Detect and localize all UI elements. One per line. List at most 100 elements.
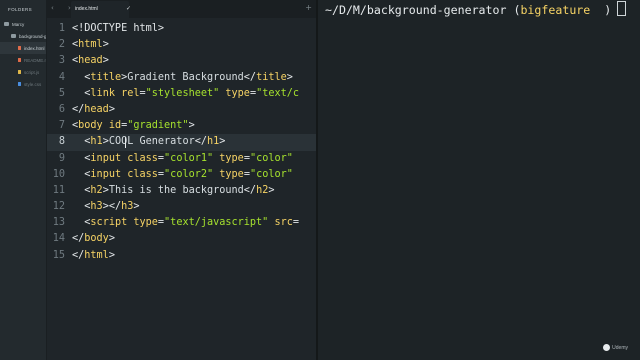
code-token: "color" (249, 168, 293, 180)
file-icon (18, 70, 21, 74)
line-number: 15 (52, 249, 65, 261)
line-number: 6 (58, 103, 65, 115)
code-token: This is the background (108, 184, 244, 196)
code-line[interactable]: 7 <body id="gradient"> (47, 118, 316, 134)
code-text: <head> (72, 53, 109, 69)
code-token: "text/javascript" (164, 217, 269, 229)
line-number: 10 (52, 168, 65, 180)
code-token: > (102, 55, 109, 67)
folder-icon (4, 22, 9, 26)
code-token: "color2" (164, 168, 214, 180)
code-line[interactable]: 6 </head> (47, 102, 316, 118)
code-token: > (102, 39, 109, 51)
code-line[interactable]: 13 <script type="text/javascript" src= (47, 215, 316, 231)
sidebar-folder[interactable]: Marcy (0, 18, 46, 30)
file-tree: Marcy background-generator index.html READM… (0, 18, 46, 90)
code-token: "color1" (164, 152, 214, 164)
line-number: 2 (58, 39, 65, 51)
code-token: </ (243, 71, 257, 83)
sidebar-file[interactable]: README.md (0, 54, 46, 66)
code-text: </body> (72, 231, 115, 247)
code-line[interactable]: 9 <input class="color1" type="color" (47, 151, 316, 167)
code-token: body (78, 120, 109, 132)
line-number: 4 (58, 71, 65, 83)
sidebar-file[interactable]: style.css (0, 78, 46, 90)
code-token: h2 (90, 184, 103, 196)
terminal[interactable]: ~/D/M/background-generator (bigfeature )… (318, 0, 640, 360)
code-line[interactable]: 5 <link rel="stylesheet" type="text/c (47, 86, 316, 102)
sidebar-file[interactable]: script.js (0, 66, 46, 78)
file-icon (18, 46, 21, 50)
terminal-branch: bigfeature (520, 3, 591, 17)
code-line[interactable]: 11 <h2>This is the background</h2> (47, 183, 316, 199)
code-token: src (274, 217, 293, 229)
code-token: </ (72, 249, 85, 261)
code-token: h2 (256, 184, 269, 196)
add-tab-icon[interactable]: + (305, 3, 312, 12)
line-number: 1 (58, 23, 65, 34)
code-line[interactable]: 8 <h1>COOL Generator</h1> (47, 134, 316, 151)
watermark-label: Udemy (612, 344, 628, 351)
sidebar-file[interactable]: index.html (0, 42, 46, 54)
line-number: 7 (58, 120, 65, 132)
code-token: body (84, 233, 109, 245)
code-text: </html> (72, 248, 115, 264)
terminal-branch-open: ( (506, 3, 521, 17)
code-text: <input class="color2" type="color" (72, 167, 293, 183)
code-token: input (90, 152, 128, 164)
sidebar: FOLDERS Marcy background-generator index.h… (0, 0, 47, 360)
code-text: <title>Gradient Background</title> (72, 70, 293, 86)
code-line[interactable]: 3 <head> (47, 53, 316, 69)
code-token: h3 (90, 201, 103, 213)
tab-bar: ‹ › index.html ✓ + (47, 0, 316, 18)
code-token: title (90, 71, 122, 83)
line-number: 14 (52, 233, 65, 245)
code-token: class (127, 168, 158, 180)
code-token: head (84, 103, 109, 115)
code-token: > (286, 71, 293, 83)
line-number: 12 (52, 201, 65, 213)
code-token: > (219, 136, 226, 148)
sidebar-item-label: Marcy (12, 21, 25, 27)
tab-index-html[interactable]: index.html ✓ (71, 1, 131, 18)
code-token: html (78, 39, 103, 51)
udemy-logo-icon (603, 344, 611, 351)
code-token: > (268, 184, 275, 196)
sidebar-item-label: style.css (24, 81, 42, 87)
code-line[interactable]: 15 </html> (47, 248, 316, 264)
code-line[interactable]: 12 <h3></h3> (47, 199, 316, 215)
code-token: > (188, 120, 195, 132)
code-line[interactable]: 1 <!DOCTYPE html> (47, 21, 316, 37)
tab-label: index.html (75, 6, 98, 12)
code-token: </ (72, 103, 85, 115)
file-icon (18, 82, 21, 86)
text-cursor (125, 137, 126, 149)
sidebar-item-label: README.md (24, 57, 46, 63)
code-area[interactable]: 1 <!DOCTYPE html> 2 <html> 3 <head> 4 <title>G… (47, 21, 316, 264)
code-line[interactable]: 10 <input class="color2" type="color" (47, 167, 316, 183)
terminal-cursor (617, 1, 627, 16)
sidebar-folder[interactable]: background-generator (0, 30, 46, 42)
code-token: title (256, 71, 287, 83)
code-text: <link rel="stylesheet" type="text/c (72, 86, 299, 102)
code-text: <html> (72, 37, 109, 53)
code-text: <h2>This is the background</h2> (72, 183, 274, 199)
terminal-prompt: ~/D/M/background-generator (bigfeature ) (325, 1, 627, 17)
sidebar-header: FOLDERS (8, 7, 33, 12)
code-token: "stylesheet" (145, 87, 220, 99)
code-editor[interactable]: ‹ › index.html ✓ + 1 <!DOCTYPE html> 2 <htm… (47, 0, 318, 360)
code-token: </ (72, 233, 85, 245)
code-line[interactable]: 2 <html> (47, 37, 316, 53)
code-token: COOL Generator (108, 136, 195, 148)
code-token: h1 (90, 136, 103, 148)
code-line[interactable]: 4 <title>Gradient Background</title> (47, 70, 316, 86)
code-token: type (225, 87, 250, 99)
code-token: h3 (121, 201, 134, 213)
code-line[interactable]: 14 </body> (47, 231, 316, 247)
sidebar-item-label: background-generator (19, 33, 46, 39)
code-token: = (292, 217, 300, 229)
code-token: head (78, 55, 103, 67)
folder-icon (11, 34, 16, 38)
